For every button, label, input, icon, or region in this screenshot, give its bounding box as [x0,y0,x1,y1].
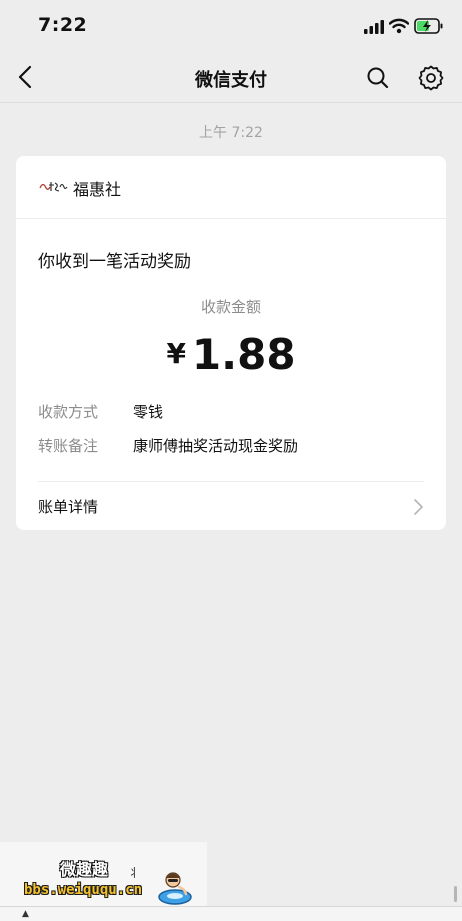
transfer-note-label: 转账备注 [38,437,99,455]
message-time: 上午 7:22 [199,125,263,141]
watermark-scribble: ⺦ [128,866,141,880]
watermark-title: 微趣趣 [60,860,109,879]
payment-method-label: 收款方式 [38,403,99,421]
amount-label: 收款金额 [200,298,261,316]
status-time: 7:22 [38,14,88,36]
bottom-toolbar: ▲ [0,906,462,921]
watermark: 微趣趣 ⺦ bbs.weiququ.cn [0,842,207,914]
scrollbar[interactable] [454,886,457,902]
payment-method-value: 零钱 [133,403,164,421]
bill-details-link[interactable]: 账单详情 [38,496,98,517]
amount-display: ¥1.88 [16,324,446,394]
watermark-url: bbs.weiququ.cn [24,882,143,898]
nav-bar: 微信支付 [0,52,462,103]
signal-icon [364,20,384,34]
chevron-right-icon[interactable] [412,498,424,516]
merchant-logo [39,182,68,192]
transfer-note-value: 康师傅抽奖活动现金奖励 [133,437,299,455]
mascot-icon [158,872,192,905]
battery-charging-icon [414,18,443,34]
currency-symbol: ¥ [166,337,186,370]
card-header[interactable]: 福惠社 [16,156,446,219]
payment-notification-card[interactable]: 福惠社 你收到一笔活动奖励 收款金额 ¥1.88 收款方式 零钱 转账备注 康师… [16,156,446,530]
gear-icon[interactable] [417,64,445,92]
amount-value: 1.88 [191,330,296,379]
merchant-name: 福惠社 [73,180,122,199]
status-bar: 7:22 [0,0,462,52]
page-title: 微信支付 [195,70,267,91]
divider [38,481,424,482]
card-title: 你收到一笔活动奖励 [38,252,191,272]
toolbar-up-icon[interactable]: ▲ [22,909,29,919]
search-icon[interactable] [365,65,391,91]
wifi-icon [389,18,409,34]
